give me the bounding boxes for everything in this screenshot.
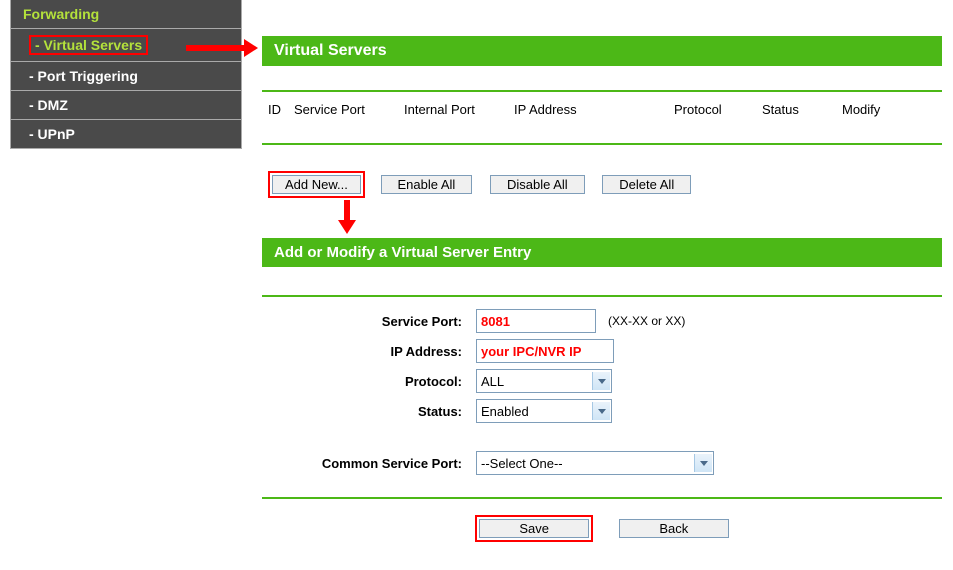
label-protocol: Protocol: xyxy=(262,374,476,389)
sidebar-item-label: - DMZ xyxy=(29,97,68,113)
chevron-down-icon xyxy=(592,402,610,420)
sidebar-item-dmz[interactable]: - DMZ xyxy=(11,91,241,120)
col-status: Status xyxy=(762,102,842,117)
divider xyxy=(262,90,942,92)
arrow-to-form xyxy=(344,200,350,222)
status-value: Enabled xyxy=(481,404,529,419)
sidebar-item-label: - Port Triggering xyxy=(29,68,138,84)
col-service-port: Service Port xyxy=(294,102,404,117)
divider xyxy=(262,295,942,297)
form-buttons: Save Back xyxy=(262,511,942,542)
sidebar-item-label: - Virtual Servers xyxy=(35,37,142,53)
main-panel: Virtual Servers ID Service Port Internal… xyxy=(262,36,942,542)
delete-all-button[interactable]: Delete All xyxy=(602,175,691,194)
highlight-box: Add New... xyxy=(268,171,365,198)
sidebar-item-port-triggering[interactable]: - Port Triggering xyxy=(11,62,241,91)
add-new-button[interactable]: Add New... xyxy=(272,175,361,194)
label-ip: IP Address: xyxy=(262,344,476,359)
sidebar: Forwarding - Virtual Servers - Port Trig… xyxy=(10,0,242,149)
col-internal-port: Internal Port xyxy=(404,102,514,117)
label-common-port: Common Service Port: xyxy=(262,456,476,471)
form-title: Add or Modify a Virtual Server Entry xyxy=(262,238,942,267)
chevron-down-icon xyxy=(694,454,712,472)
disable-all-button[interactable]: Disable All xyxy=(490,175,585,194)
service-port-input[interactable] xyxy=(476,309,596,333)
common-port-select[interactable]: --Select One-- xyxy=(476,451,714,475)
sidebar-item-label: - UPnP xyxy=(29,126,75,142)
back-button[interactable]: Back xyxy=(619,519,729,538)
col-protocol: Protocol xyxy=(674,102,762,117)
divider xyxy=(262,143,942,145)
label-service-port: Service Port: xyxy=(262,314,476,329)
form: Service Port: (XX-XX or XX) IP Address: … xyxy=(262,267,942,542)
col-ip: IP Address xyxy=(514,102,674,117)
save-button[interactable]: Save xyxy=(479,519,589,538)
arrow-to-title xyxy=(186,45,246,51)
protocol-value: ALL xyxy=(481,374,504,389)
col-modify: Modify xyxy=(842,102,880,117)
label-status: Status: xyxy=(262,404,476,419)
page-title: Virtual Servers xyxy=(262,36,942,66)
enable-all-button[interactable]: Enable All xyxy=(381,175,473,194)
ip-address-input[interactable] xyxy=(476,339,614,363)
service-port-hint: (XX-XX or XX) xyxy=(608,314,685,328)
button-row: Add New... Enable All Disable All Delete… xyxy=(262,163,942,212)
common-port-value: --Select One-- xyxy=(481,456,563,471)
sidebar-header: Forwarding xyxy=(11,0,241,29)
table-header: ID Service Port Internal Port IP Address… xyxy=(262,100,942,129)
highlight-box: Save xyxy=(475,515,593,542)
divider xyxy=(262,497,942,499)
status-select[interactable]: Enabled xyxy=(476,399,612,423)
chevron-down-icon xyxy=(592,372,610,390)
col-id: ID xyxy=(268,102,294,117)
sidebar-item-upnp[interactable]: - UPnP xyxy=(11,120,241,149)
protocol-select[interactable]: ALL xyxy=(476,369,612,393)
